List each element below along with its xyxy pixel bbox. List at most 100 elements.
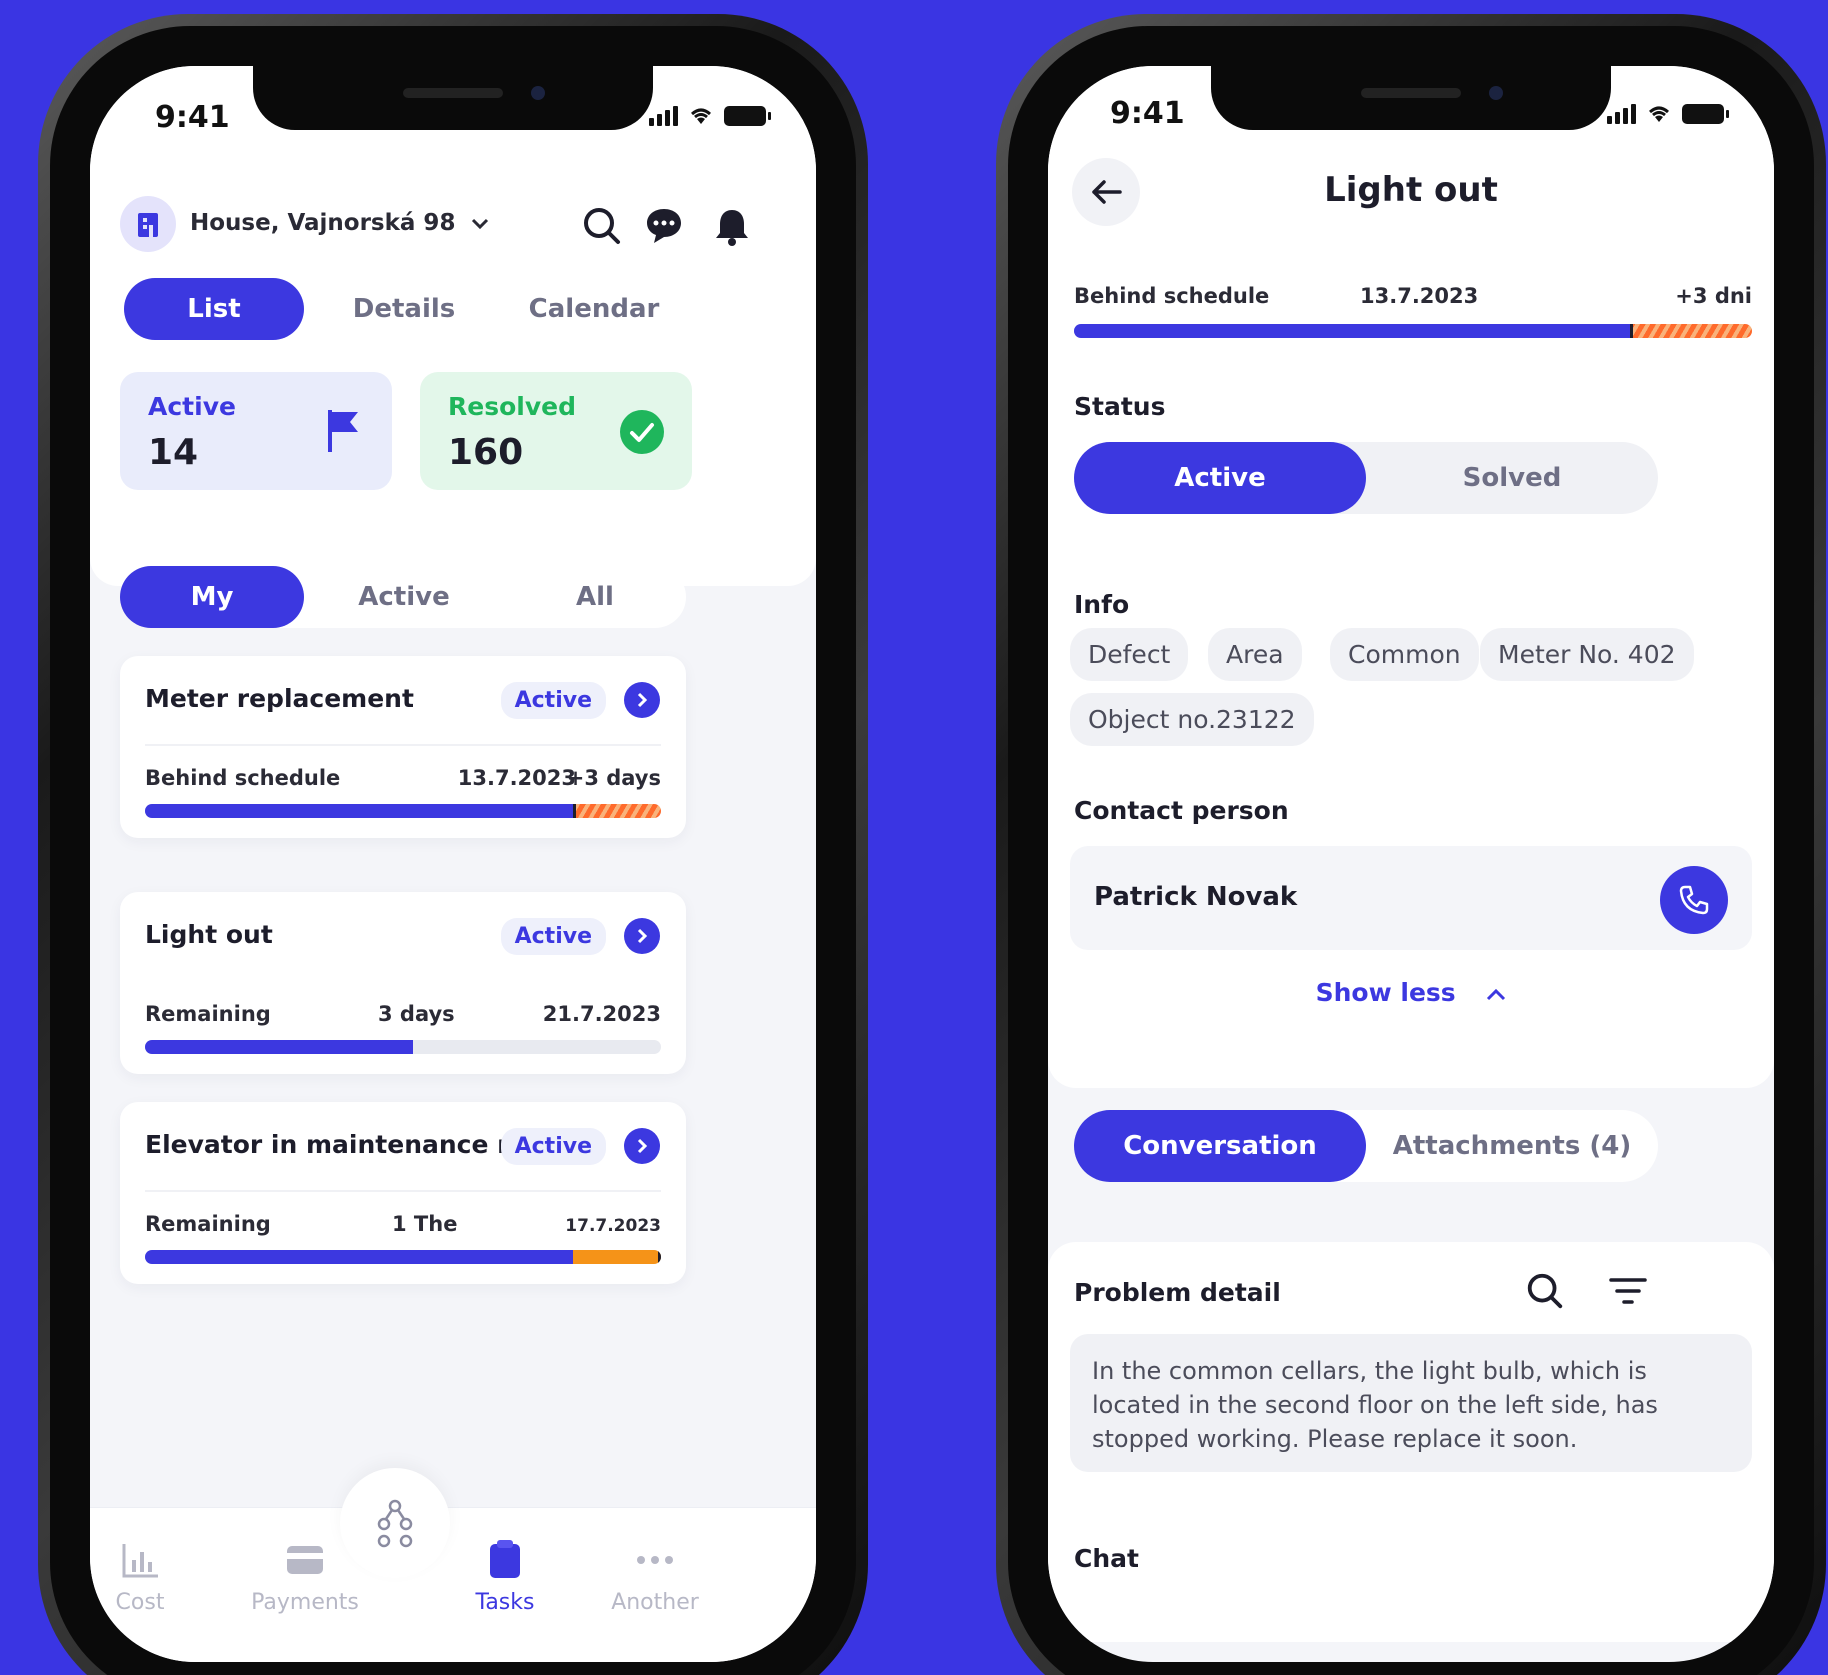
tab-list[interactable]: List [124, 278, 304, 340]
chevron-right-icon [637, 928, 648, 944]
status-active-option[interactable]: Active [1074, 442, 1366, 514]
bottom-tab-bar: Cost Payments Tasks Another [90, 1468, 816, 1662]
schedule-progress-bar [1074, 324, 1752, 338]
due-date: 13.7.2023 [1360, 284, 1479, 308]
address-label: House, Vajnorská 98 [190, 210, 456, 236]
detail-tabs: Conversation Attachments (4) [1074, 1110, 1658, 1182]
right-phone-screen: 9:41 Light out Behind schedule 13.7.2023… [1048, 66, 1774, 1662]
schedule-status: Behind schedule [1074, 284, 1270, 308]
tab-details[interactable]: Details [304, 278, 504, 340]
tab-tasks[interactable]: Tasks [440, 1538, 570, 1615]
active-stat-value: 14 [148, 432, 199, 473]
active-stat-card[interactable]: Active 14 [120, 372, 392, 490]
progress-bar [145, 1250, 661, 1264]
chevron-down-icon [472, 218, 489, 230]
tab-payments[interactable]: Payments [240, 1538, 370, 1615]
wallet-icon [287, 1546, 323, 1574]
problem-description: In the common cellars, the light bulb, w… [1070, 1334, 1752, 1472]
wifi-icon [691, 108, 711, 124]
wifi-icon [1649, 106, 1669, 122]
contact-name: Patrick Novak [1094, 882, 1298, 912]
status-time: 9:41 [1110, 96, 1185, 131]
clipboard-icon [490, 1540, 520, 1578]
info-chip-defect: Defect [1070, 628, 1189, 681]
tab-payments-label: Payments [251, 1590, 359, 1615]
open-task-button[interactable] [624, 682, 660, 718]
right-phone: 9:41 Light out Behind schedule 13.7.2023… [996, 14, 1826, 1675]
flag-icon [328, 410, 358, 452]
open-task-button[interactable] [624, 918, 660, 954]
resolved-stat-value: 160 [448, 432, 524, 473]
remaining-time: 1 The [392, 1212, 458, 1236]
status-time: 9:41 [155, 100, 230, 135]
tab-attachments[interactable]: Attachments (4) [1366, 1110, 1658, 1182]
task-card-meter-replacement[interactable]: Meter replacement Active Behind schedule… [120, 656, 686, 838]
filter-tabs: My Active All [120, 566, 686, 628]
filter-active[interactable]: Active [304, 566, 504, 628]
chevron-right-icon [637, 1138, 648, 1154]
chevron-up-icon [1487, 988, 1506, 1001]
status-badge: Active [500, 918, 606, 955]
info-chip-object: Object no.23122 [1070, 693, 1314, 746]
task-title: Meter replacement [145, 684, 414, 713]
due-date: 13.7.2023 [457, 766, 576, 790]
open-task-button[interactable] [624, 1128, 660, 1164]
divider [145, 1190, 661, 1192]
tab-tasks-label: Tasks [475, 1590, 535, 1615]
delay: +3 days [566, 766, 661, 790]
problem-detail-label: Problem detail [1074, 1278, 1281, 1307]
address-dropdown[interactable]: House, Vajnorská 98 [190, 210, 489, 236]
left-phone: 9:41 House, Vajnorská 98 List Details Ca… [38, 14, 868, 1675]
chat-label: Chat [1074, 1544, 1139, 1573]
signal-icon [1607, 104, 1636, 124]
active-stat-label: Active [148, 392, 236, 421]
due-date: 17.7.2023 [565, 1216, 661, 1236]
due-date: 21.7.2023 [542, 1002, 661, 1026]
call-button[interactable] [1660, 866, 1728, 934]
status-badge: Active [500, 1128, 606, 1165]
notch [1211, 66, 1611, 130]
progress-bar [145, 804, 661, 818]
more-icon [637, 1556, 673, 1564]
delay: +3 dni [1675, 284, 1752, 308]
info-chip-meter: Meter No. 402 [1480, 628, 1694, 681]
tab-conversation[interactable]: Conversation [1074, 1110, 1366, 1182]
right-phone-bezel: 9:41 Light out Behind schedule 13.7.2023… [1008, 26, 1814, 1675]
network-icon [377, 1499, 413, 1548]
search-icon[interactable] [1524, 1270, 1566, 1312]
check-circle-icon [620, 410, 664, 454]
search-icon[interactable] [580, 204, 624, 248]
divider [145, 744, 661, 746]
filter-icon[interactable] [1608, 1274, 1648, 1308]
info-label: Info [1074, 590, 1130, 619]
info-chip-common: Common [1330, 628, 1479, 681]
chat-icon[interactable] [642, 204, 686, 248]
tab-cost-label: Cost [115, 1590, 165, 1615]
status-label: Status [1074, 392, 1166, 421]
battery-icon [1682, 104, 1729, 124]
tab-another[interactable]: Another [590, 1538, 720, 1615]
resolved-stat-card[interactable]: Resolved 160 [420, 372, 692, 490]
status-solved-option[interactable]: Solved [1366, 442, 1658, 514]
signal-icon [649, 106, 678, 126]
contact-card: Patrick Novak [1070, 846, 1752, 950]
tab-calendar[interactable]: Calendar [504, 278, 684, 340]
left-phone-bezel: 9:41 House, Vajnorská 98 List Details Ca… [50, 26, 856, 1675]
status-icons [649, 106, 771, 126]
show-less-label: Show less [1315, 978, 1456, 1007]
status-toggle: Active Solved [1074, 442, 1658, 514]
schedule-status: Behind schedule [145, 766, 341, 790]
remaining-time: 3 days [378, 1002, 455, 1026]
filter-all[interactable]: All [504, 566, 686, 628]
resolved-stat-label: Resolved [448, 392, 576, 421]
tab-cost[interactable]: Cost [90, 1538, 205, 1615]
task-card-light-out[interactable]: Light out Active Remaining 3 days 21.7.2… [120, 892, 686, 1074]
filter-my[interactable]: My [120, 566, 304, 628]
status-badge: Active [500, 682, 606, 719]
show-less-toggle[interactable]: Show less [1048, 978, 1774, 1007]
bell-icon[interactable] [710, 204, 754, 248]
chevron-right-icon [637, 692, 648, 708]
bar-chart-icon [122, 1544, 158, 1578]
status-icons [1607, 104, 1729, 124]
task-card-elevator[interactable]: Elevator in maintenance mode Active Rema… [120, 1102, 686, 1284]
